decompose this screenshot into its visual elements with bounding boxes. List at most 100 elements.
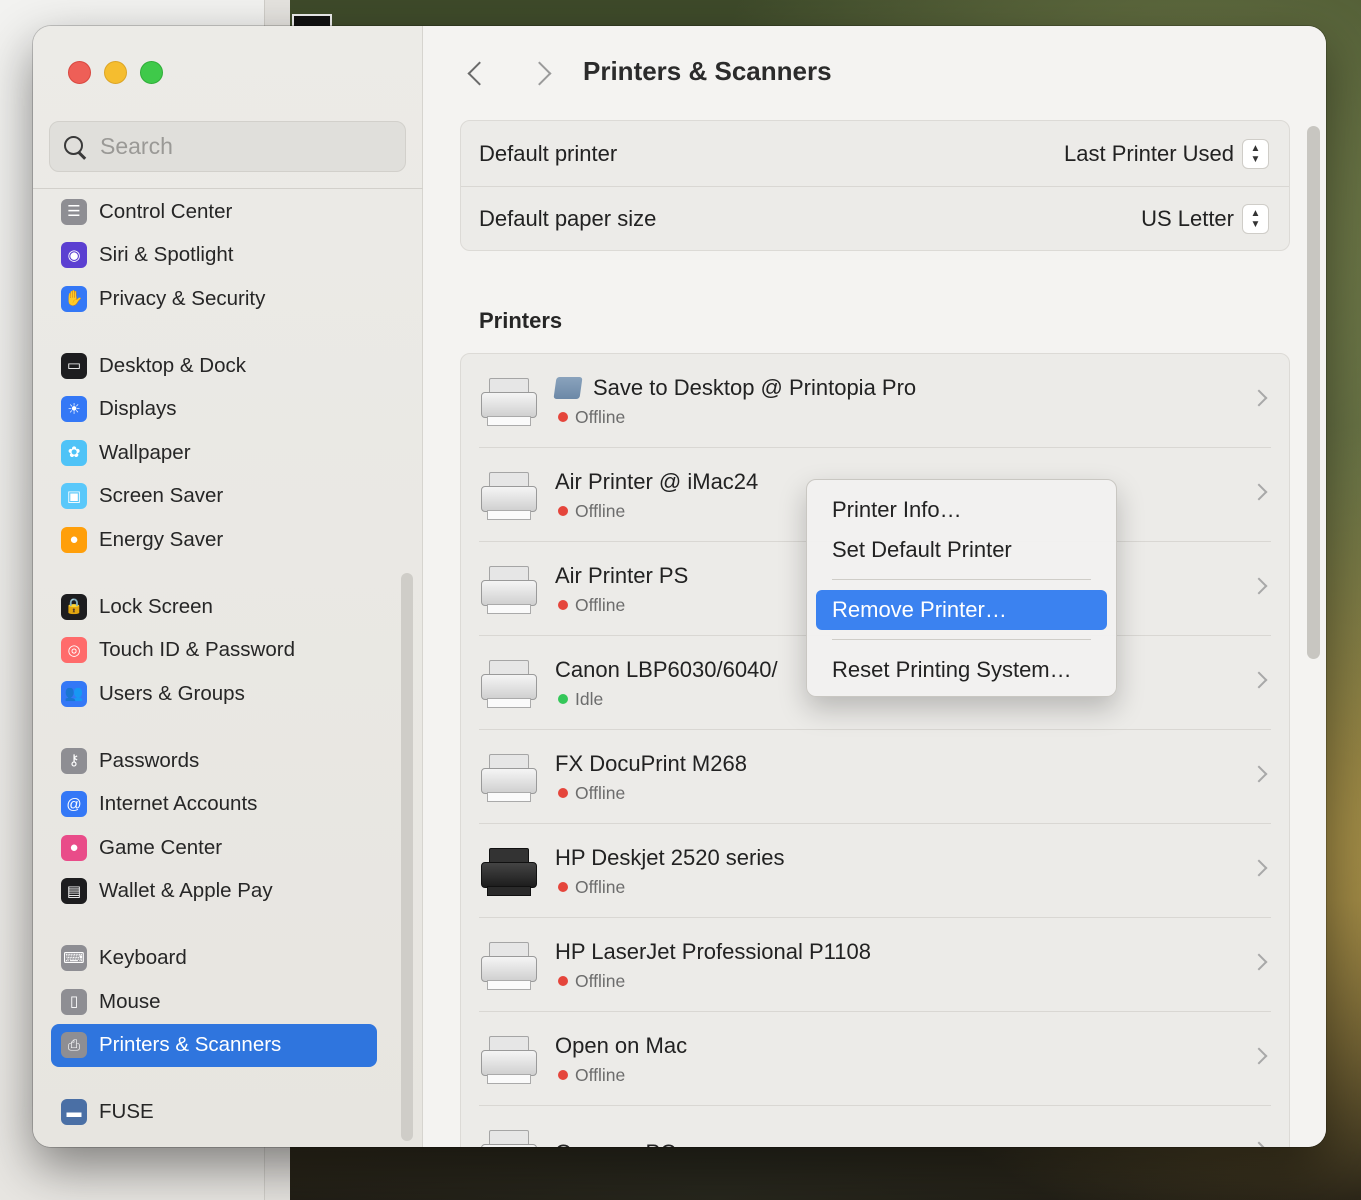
sidebar-scrollbar[interactable]	[401, 573, 413, 1141]
printer-status-label: Offline	[575, 876, 626, 897]
screen-saver-icon: ▣	[61, 483, 87, 510]
sidebar: Search ☰ Control Center ◉ Siri & Spotlight ✋…	[33, 26, 423, 1147]
default-paper-popup[interactable]: US Letter ▲ ▼	[1141, 204, 1269, 234]
menu-separator	[832, 639, 1091, 640]
printers-section-title: Printers	[479, 308, 563, 333]
default-paper-value: US Letter	[1141, 206, 1234, 231]
sidebar-item-label: Internet Accounts	[99, 792, 258, 816]
sidebar-item-keyboard[interactable]: ⌨ Keyboard	[51, 937, 391, 981]
printer-text: HP LaserJet Professional P1108 Offline	[555, 939, 871, 992]
hand-icon: ✋	[61, 285, 87, 312]
printer-status: Offline	[555, 501, 758, 522]
printer-text: Air Printer PS Offline	[555, 563, 688, 616]
sidebar-item-desktop-dock[interactable]: ▭ Desktop & Dock	[51, 344, 391, 388]
printer-status: Offline	[555, 407, 916, 428]
printer-icon	[479, 464, 539, 526]
keyboard-icon: ⌨	[61, 945, 87, 972]
menu-item-printer-info[interactable]: Printer Info…	[816, 490, 1107, 530]
sidebar-item-control-center[interactable]: ☰ Control Center	[51, 190, 391, 234]
sidebar-item-label: Privacy & Security	[99, 286, 266, 310]
sidebar-item-label: Mouse	[99, 989, 161, 1013]
folder-icon	[553, 376, 583, 399]
default-printer-value: Last Printer Used	[1064, 140, 1234, 166]
default-printer-popup[interactable]: Last Printer Used ▲ ▼	[1064, 138, 1269, 169]
sidebar-item-game-center[interactable]: ● Game Center	[51, 826, 391, 870]
sidebar-item-touch-id-password[interactable]: ◎ Touch ID & Password	[51, 629, 391, 673]
status-dot-icon	[558, 1070, 568, 1080]
users-icon: 👥	[61, 680, 87, 707]
sidebar-item-label: FUSE	[99, 1100, 154, 1124]
printer-name-label: HP Deskjet 2520 series	[555, 844, 785, 870]
sidebar-item-label: Displays	[99, 397, 177, 421]
printer-status-label: Offline	[575, 1064, 626, 1085]
sidebar-item-users-groups[interactable]: 👥 Users & Groups	[51, 672, 391, 716]
sidebar-item-label: Screen Saver	[99, 484, 224, 508]
sidebar-item-printers-scanners[interactable]: ⎙ Printers & Scanners	[51, 1023, 377, 1067]
sidebar-item-displays[interactable]: ☀ Displays	[51, 388, 391, 432]
menu-item-reset-printing[interactable]: Reset Printing System…	[816, 650, 1107, 690]
printer-status-label: Idle	[575, 688, 604, 709]
content-scrollbar[interactable]	[1307, 126, 1320, 659]
search-placeholder: Search	[100, 133, 173, 159]
close-button[interactable]	[68, 61, 91, 84]
sidebar-item-label: Control Center	[99, 199, 233, 223]
menu-item-set-default[interactable]: Set Default Printer	[816, 530, 1107, 570]
printer-icon	[479, 1028, 539, 1090]
lock-icon: 🔒	[61, 593, 87, 620]
page-title: Printers & Scanners	[583, 56, 832, 86]
printer-status: Offline	[555, 1065, 687, 1086]
sidebar-item-mouse[interactable]: ▯ Mouse	[51, 980, 391, 1024]
chevron-right-icon	[1250, 953, 1268, 971]
status-dot-icon	[558, 506, 568, 516]
search-field[interactable]: Search	[49, 121, 406, 172]
sidebar-item-label: Energy Saver	[99, 527, 224, 551]
sidebar-item-siri-spotlight[interactable]: ◉ Siri & Spotlight	[51, 234, 391, 278]
printer-row[interactable]: HP LaserJet Professional P1108 Offline	[461, 918, 1289, 1012]
printer-row[interactable]: FX DocuPrint M268 Offline	[461, 730, 1289, 824]
default-printer-row: Default printer Last Printer Used ▲ ▼	[461, 121, 1289, 186]
sidebar-item-label: Keyboard	[99, 946, 187, 970]
key-icon: ⚷	[61, 747, 87, 774]
printer-status-label: Offline	[575, 970, 626, 991]
printer-icon	[479, 370, 539, 432]
printer-row[interactable]: Open on Mac Offline	[461, 1012, 1289, 1106]
printer-row[interactable]: Open on PC	[461, 1106, 1289, 1147]
sidebar-item-passwords[interactable]: ⚷ Passwords	[51, 739, 391, 783]
back-chevron-icon[interactable]	[466, 60, 486, 84]
printer-row[interactable]: Save to Desktop @ Printopia Pro Offline	[461, 354, 1289, 448]
sidebar-item-wallet-apple-pay[interactable]: ▤ Wallet & Apple Pay	[51, 870, 391, 914]
sidebar-item-fuse[interactable]: ▬ FUSE	[51, 1091, 391, 1135]
zoom-button[interactable]	[140, 61, 163, 84]
menu-item-remove-printer[interactable]: Remove Printer…	[816, 590, 1107, 630]
chevron-right-icon	[1250, 577, 1268, 595]
sidebar-item-label: Lock Screen	[99, 594, 213, 618]
wallet-icon: ▤	[61, 878, 87, 905]
sidebar-item-screen-saver[interactable]: ▣ Screen Saver	[51, 475, 391, 519]
menu-separator	[832, 579, 1091, 580]
sidebar-item-wallpaper[interactable]: ✿ Wallpaper	[51, 431, 391, 475]
printer-name: Open on PC	[555, 1140, 676, 1147]
fuse-icon: ▬	[61, 1099, 87, 1126]
sidebar-item-privacy-security[interactable]: ✋ Privacy & Security	[51, 277, 391, 321]
fingerprint-icon: ◎	[61, 637, 87, 664]
chevron-right-icon	[1250, 859, 1268, 877]
mouse-icon: ▯	[61, 988, 87, 1015]
printer-name: Air Printer @ iMac24	[555, 469, 758, 495]
chevron-right-icon	[1250, 671, 1268, 689]
chevron-right-icon	[1250, 1047, 1268, 1065]
printer-row[interactable]: HP Deskjet 2520 series Offline	[461, 824, 1289, 918]
printer-name-label: Canon LBP6030/6040/	[555, 656, 778, 682]
sidebar-item-lock-screen[interactable]: 🔒 Lock Screen	[51, 585, 391, 629]
printer-icon	[479, 558, 539, 620]
sun-icon: ☀	[61, 396, 87, 423]
printer-name: Air Printer PS	[555, 563, 688, 589]
search-icon	[62, 134, 88, 160]
minimize-button[interactable]	[104, 61, 127, 84]
forward-chevron-icon[interactable]	[531, 60, 551, 84]
sidebar-item-internet-accounts[interactable]: @ Internet Accounts	[51, 783, 391, 827]
sidebar-item-energy-saver[interactable]: ● Energy Saver	[51, 518, 391, 562]
printer-status-label: Offline	[575, 500, 626, 521]
status-dot-icon	[558, 976, 568, 986]
